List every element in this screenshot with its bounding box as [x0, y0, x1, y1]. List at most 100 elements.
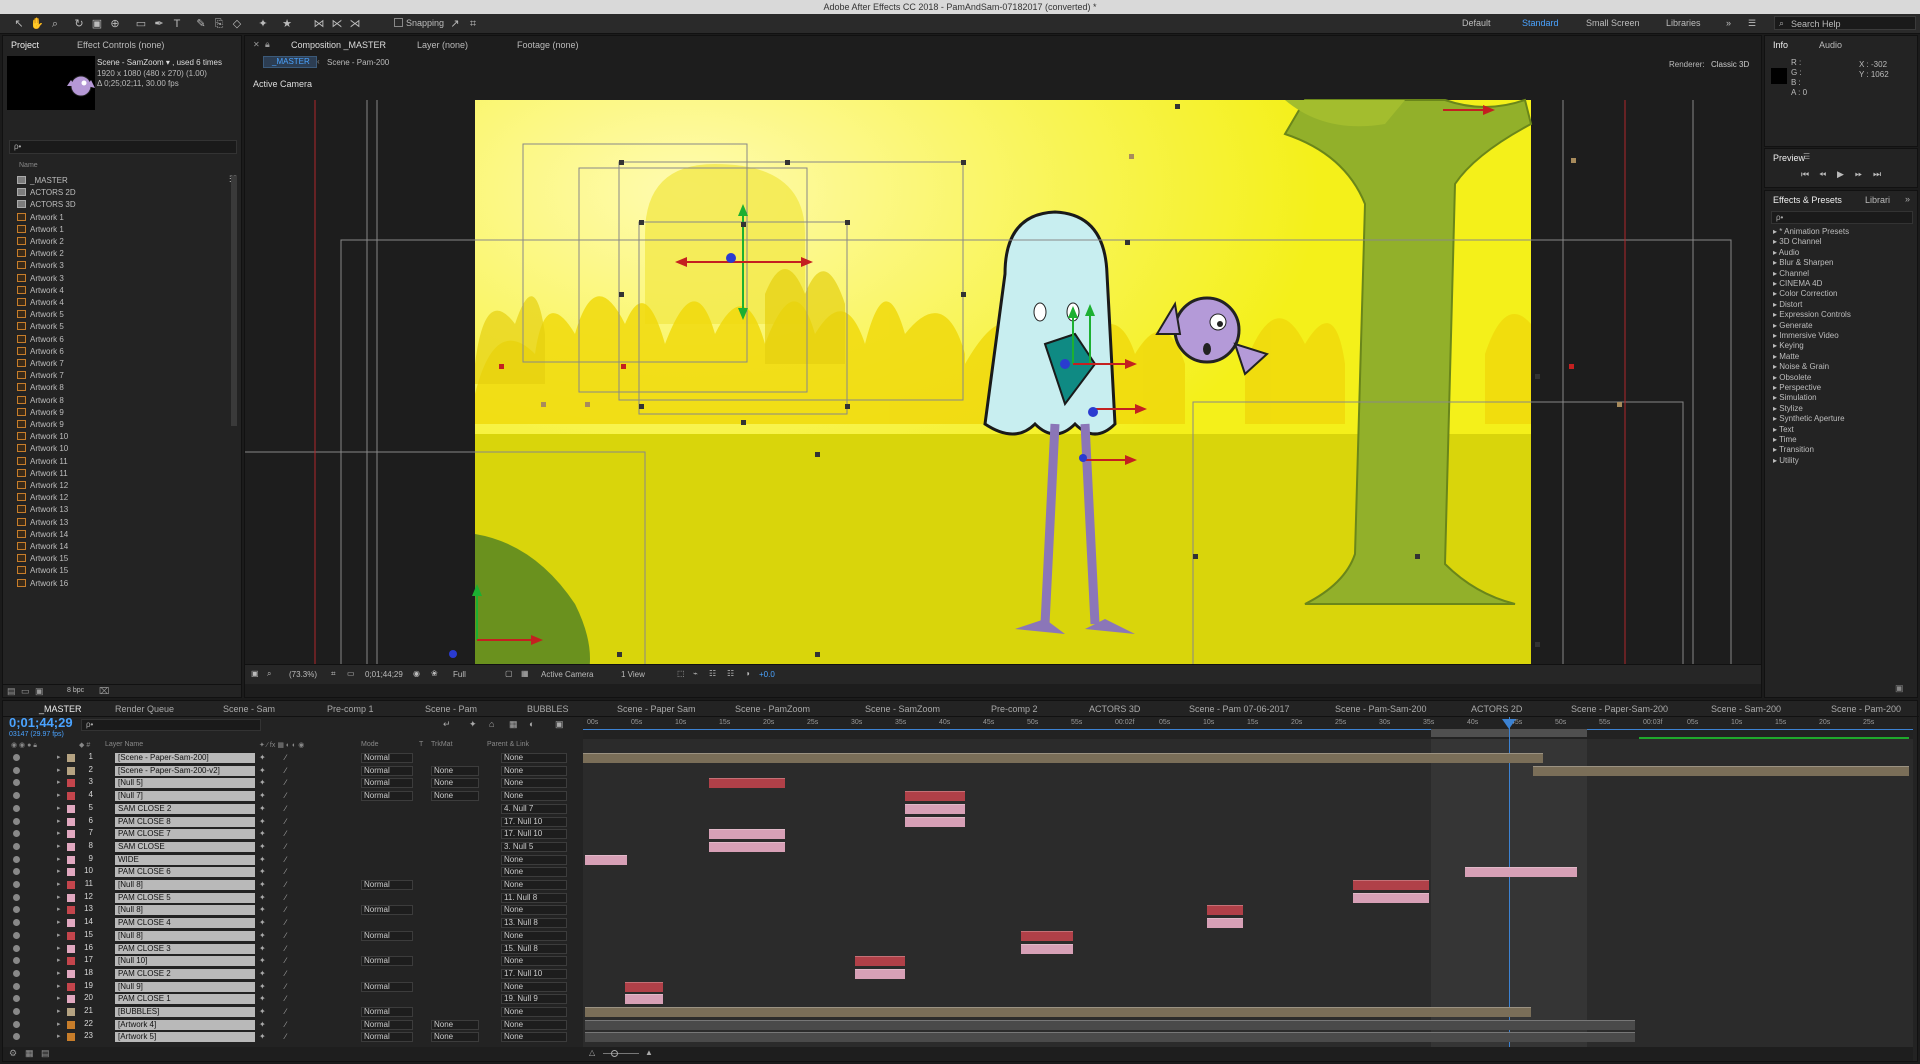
blend-mode-select[interactable]: Normal: [361, 880, 413, 890]
comp-mini-flowchart-icon[interactable]: ↵: [443, 719, 451, 730]
expand-layer-icon[interactable]: ▸: [57, 905, 61, 913]
layer-duration-bar[interactable]: [709, 778, 785, 789]
project-item[interactable]: Artwork 9: [17, 407, 64, 420]
timeline-tab[interactable]: Scene - Paper Sam: [617, 704, 696, 714]
label-color-swatch[interactable]: [67, 817, 75, 826]
collapse-switch-icon[interactable]: ✦: [259, 1032, 266, 1041]
toggle-pixel-icon[interactable]: ⬚: [677, 669, 685, 678]
project-item[interactable]: Artwork 6: [17, 334, 64, 347]
layer-duration-bar[interactable]: [585, 854, 627, 865]
parent-select[interactable]: 15. Null 8: [501, 943, 567, 954]
quality-switch-icon[interactable]: ∕: [285, 804, 286, 813]
help-search-box[interactable]: ⌕ Search Help: [1774, 16, 1916, 30]
layer-duration-bar[interactable]: [585, 1007, 1531, 1017]
parent-select[interactable]: None: [501, 778, 567, 789]
layer-name[interactable]: [Null 10]: [115, 956, 255, 967]
project-item[interactable]: Artwork 8: [17, 383, 64, 395]
video-toggle-icon[interactable]: [13, 868, 20, 876]
effect-category[interactable]: ▸ Stylize: [1773, 404, 1803, 413]
bpc-label[interactable]: 8 bpc: [67, 687, 84, 694]
quality-switch-icon[interactable]: ∕: [285, 931, 286, 940]
layer-duration-bar[interactable]: [1465, 867, 1577, 878]
layer-name[interactable]: [Scene - Paper-Sam-200-v2]: [115, 765, 255, 776]
effect-category[interactable]: ▸ Utility: [1773, 456, 1799, 465]
timeline-tab[interactable]: Scene - SamZoom: [865, 704, 940, 714]
label-color-swatch[interactable]: [67, 779, 75, 788]
label-color-swatch[interactable]: [67, 957, 75, 966]
effects-search-input[interactable]: ρ•: [1771, 211, 1913, 224]
timeline-timecode[interactable]: 0;01;44;29: [9, 715, 73, 730]
layer-row[interactable]: ▸ 10 PAM CLOSE 6 ✦ ∕ None: [3, 866, 583, 878]
label-color-swatch[interactable]: [67, 944, 75, 953]
expand-layer-icon[interactable]: ▸: [57, 778, 61, 786]
eraser-tool-icon[interactable]: ◇: [230, 17, 244, 31]
clone-stamp-tool-icon[interactable]: ⎘: [212, 17, 226, 31]
project-search-input[interactable]: ρ•: [9, 140, 237, 154]
snapping-checkbox[interactable]: [394, 18, 403, 27]
layer-name[interactable]: PAM CLOSE 5: [115, 892, 255, 903]
label-color-swatch[interactable]: [67, 1020, 75, 1029]
collapse-switch-icon[interactable]: ✦: [259, 905, 266, 914]
quality-switch-icon[interactable]: ∕: [285, 1032, 286, 1041]
expand-layer-icon[interactable]: ▸: [57, 944, 61, 952]
zoom-value[interactable]: (73.3%): [289, 670, 317, 679]
parent-select[interactable]: 11. Null 8: [501, 892, 567, 903]
effect-category[interactable]: ▸ Immersive Video: [1773, 331, 1839, 340]
quality-switch-icon[interactable]: ∕: [285, 753, 286, 762]
video-toggle-icon[interactable]: [13, 1008, 20, 1015]
timeline-tab[interactable]: Pre-comp 2: [991, 704, 1038, 714]
label-color-swatch[interactable]: [67, 919, 75, 928]
project-item[interactable]: Artwork 7: [17, 371, 64, 383]
layer-name[interactable]: [BUBBLES]: [115, 1007, 255, 1017]
quality-switch-icon[interactable]: ∕: [285, 1007, 286, 1016]
workspace-standard[interactable]: Standard: [1522, 18, 1559, 28]
effect-category[interactable]: ▸ Text: [1773, 425, 1794, 434]
workspace-default[interactable]: Default: [1462, 18, 1491, 28]
video-toggle-icon[interactable]: [13, 919, 20, 927]
exposure-value[interactable]: +0.0: [759, 670, 775, 679]
frame-blending-icon[interactable]: ▦: [509, 719, 518, 730]
label-color-swatch[interactable]: [67, 1033, 75, 1042]
collapse-switch-icon[interactable]: ✦: [259, 931, 266, 940]
quality-switch-icon[interactable]: ∕: [285, 842, 286, 851]
expand-layer-icon[interactable]: ▸: [57, 931, 61, 939]
layer-name[interactable]: [Artwork 5]: [115, 1032, 255, 1043]
layer-row[interactable]: ▸ 9 WIDE ✦ ∕ None: [3, 854, 583, 866]
transparency-grid-icon[interactable]: ▦: [521, 669, 529, 678]
camera-select[interactable]: Active Camera: [541, 670, 593, 679]
project-item[interactable]: Artwork 5: [17, 322, 64, 334]
expand-layer-icon[interactable]: ▸: [57, 791, 61, 799]
track-matte-select[interactable]: None: [431, 1019, 479, 1030]
layer-name[interactable]: [Scene - Paper-Sam-200]: [115, 753, 255, 763]
layer-row[interactable]: ▸ 15 [Null 8] ✦ ∕ Normal None: [3, 930, 583, 942]
label-color-swatch[interactable]: [67, 906, 75, 915]
track-matte-select[interactable]: None: [431, 765, 479, 776]
layer-row[interactable]: ▸ 14 PAM CLOSE 4 ✦ ∕ 13. Null 8: [3, 917, 583, 929]
quality-switch-icon[interactable]: ∕: [285, 778, 286, 787]
label-color-swatch[interactable]: [67, 931, 75, 940]
pan-behind-tool-icon[interactable]: ⊕: [108, 17, 122, 31]
expand-layer-icon[interactable]: ▸: [57, 956, 61, 964]
zoom-slider-thumb[interactable]: [611, 1050, 618, 1057]
effect-category[interactable]: ▸ Noise & Grain: [1773, 362, 1829, 371]
workspace-menu-icon[interactable]: ☰: [1748, 18, 1756, 29]
video-toggle-icon[interactable]: [13, 1033, 20, 1041]
project-item[interactable]: Artwork 16: [17, 578, 68, 591]
collapse-switch-icon[interactable]: ✦: [259, 880, 266, 889]
magnifier-icon[interactable]: ⌕: [267, 669, 271, 679]
project-item[interactable]: Artwork 12: [17, 493, 68, 505]
project-item[interactable]: Artwork 9: [17, 420, 64, 432]
collapse-switch-icon[interactable]: ✦: [259, 753, 266, 762]
new-comp-icon[interactable]: ▣: [35, 686, 44, 697]
parent-select[interactable]: 13. Null 8: [501, 918, 567, 929]
parent-select[interactable]: 19. Null 9: [501, 994, 567, 1005]
tab-effect-controls[interactable]: Effect Controls (none): [77, 40, 164, 50]
collapse-switch-icon[interactable]: ✦: [259, 804, 266, 813]
parent-select[interactable]: None: [501, 765, 567, 776]
parent-select[interactable]: None: [501, 956, 567, 967]
project-item[interactable]: Artwork 14: [17, 529, 68, 542]
layer-duration-bar[interactable]: [625, 981, 663, 992]
snapshot-icon[interactable]: ◉: [413, 669, 420, 678]
effect-category[interactable]: ▸ Simulation: [1773, 393, 1817, 402]
workspace-libraries[interactable]: Libraries: [1666, 18, 1701, 28]
